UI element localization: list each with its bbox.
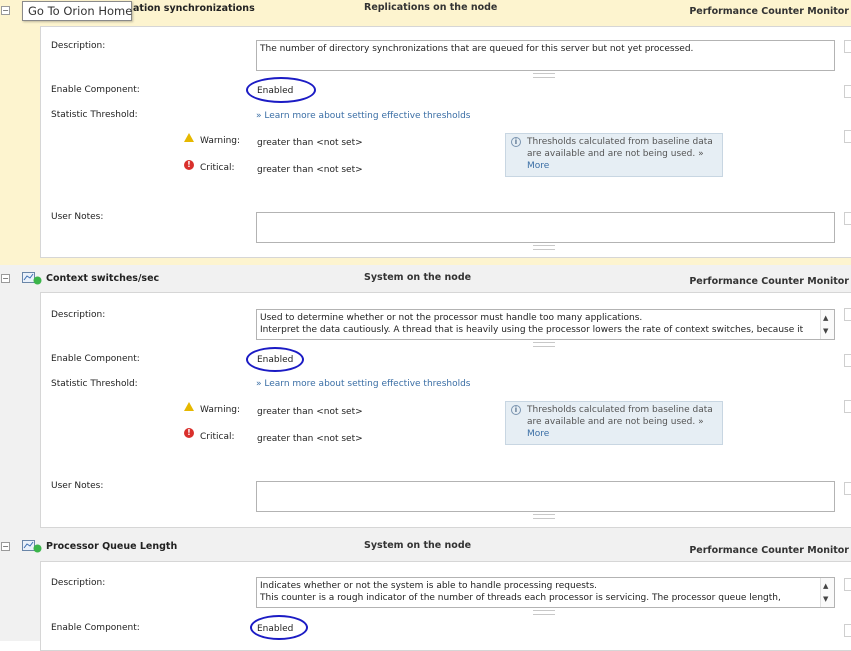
component-title: Context switches/sec [46,273,160,284]
thresholds-help-link[interactable]: » Learn more about setting effective thr… [256,111,471,121]
statistic-threshold-label: Statistic Threshold: [51,379,138,389]
statistic-threshold-label: Statistic Threshold: [51,110,138,120]
enable-component-label: Enable Component: [51,623,140,633]
warning-icon [184,402,194,411]
user-notes-label: User Notes: [51,481,104,491]
component-group: Replications on the node [364,2,498,13]
critical-label: Critical: [200,163,235,173]
user-notes-field[interactable] [256,212,835,243]
description-field[interactable]: Used to determine whether or not the pro… [256,309,835,340]
description-text: The number of directory synchronizations… [260,44,694,54]
resize-grip[interactable] [533,245,555,250]
warning-value[interactable]: greater than <not set> [257,138,363,148]
component-type: Performance Counter Monitor [689,6,849,17]
description-label: Description: [51,41,106,51]
circle-annotation [246,347,304,372]
resize-grip[interactable] [533,342,555,347]
description-text-line2: Interpret the data cautiously. A thread … [260,325,804,335]
critical-icon: ! [184,160,194,170]
chart-monitor-icon [22,272,42,285]
description-field[interactable]: The number of directory synchronizations… [256,40,835,71]
edge-checkbox[interactable] [844,400,851,413]
edge-checkbox[interactable] [844,212,851,225]
warning-label: Warning: [200,136,241,146]
edge-checkbox[interactable] [844,354,851,367]
resize-grip[interactable] [533,514,555,519]
component-type: Performance Counter Monitor [689,276,849,287]
enable-component-label: Enable Component: [51,354,140,364]
edge-checkbox[interactable] [844,40,851,53]
circle-annotation [250,615,308,640]
critical-icon: ! [184,428,194,438]
info-icon: i [511,137,521,147]
warning-label: Warning: [200,405,241,415]
component-panel-3: Description: Indicates whether or not th… [40,561,851,651]
component-group: System on the node [364,272,472,283]
critical-label: Critical: [200,432,235,442]
chart-monitor-icon [22,540,42,553]
edge-checkbox[interactable] [844,482,851,495]
component-title: ation synchronizations [133,3,255,14]
component-panel-2: Description: Used to determine whether o… [40,292,851,528]
edge-checkbox[interactable] [844,578,851,591]
description-text: Used to determine whether or not the pro… [260,313,643,323]
user-notes-field[interactable] [256,481,835,512]
description-scrollbar[interactable]: ▲ ▼ [820,578,834,607]
circle-annotation [246,77,316,103]
enable-component-label: Enable Component: [51,85,140,95]
user-notes-label: User Notes: [51,212,104,222]
baseline-info-box: i Thresholds calculated from baseline da… [505,401,723,445]
component-group: System on the node [364,540,472,551]
description-text: Indicates whether or not the system is a… [260,581,598,591]
baseline-info-box: i Thresholds calculated from baseline da… [505,133,723,177]
go-to-orion-home-tooltip[interactable]: Go To Orion Home [22,1,132,21]
resize-grip[interactable] [533,610,555,615]
component-panel-1: Description: The number of directory syn… [40,26,851,258]
edge-checkbox[interactable] [844,85,851,98]
component-title: Processor Queue Length [46,541,178,552]
resize-grip[interactable] [533,73,555,78]
warning-icon [184,133,194,142]
description-scrollbar[interactable]: ▲ ▼ [820,310,834,339]
thresholds-help-link[interactable]: » Learn more about setting effective thr… [256,379,471,389]
info-icon: i [511,405,521,415]
info-more-link[interactable]: More [527,161,549,171]
component-header-2[interactable]: − Context switches/sec System on the nod… [0,265,851,291]
collapse-toggle[interactable]: − [1,542,10,551]
info-text: Thresholds calculated from baseline data… [527,405,713,427]
critical-value[interactable]: greater than <not set> [257,434,363,444]
edge-checkbox[interactable] [844,308,851,321]
component-type: Performance Counter Monitor [689,545,849,556]
collapse-toggle[interactable]: − [1,274,10,283]
info-more-link[interactable]: More [527,429,549,439]
warning-value[interactable]: greater than <not set> [257,407,363,417]
description-text-line2: This counter is a rough indicator of the… [260,593,781,603]
info-text: Thresholds calculated from baseline data… [527,137,713,159]
description-field[interactable]: Indicates whether or not the system is a… [256,577,835,608]
description-label: Description: [51,578,106,588]
component-header-3[interactable]: − Processor Queue Length System on the n… [0,535,851,561]
edge-checkbox[interactable] [844,130,851,143]
collapse-toggle[interactable]: − [1,6,10,15]
description-label: Description: [51,310,106,320]
edge-checkbox[interactable] [844,624,851,637]
critical-value[interactable]: greater than <not set> [257,165,363,175]
